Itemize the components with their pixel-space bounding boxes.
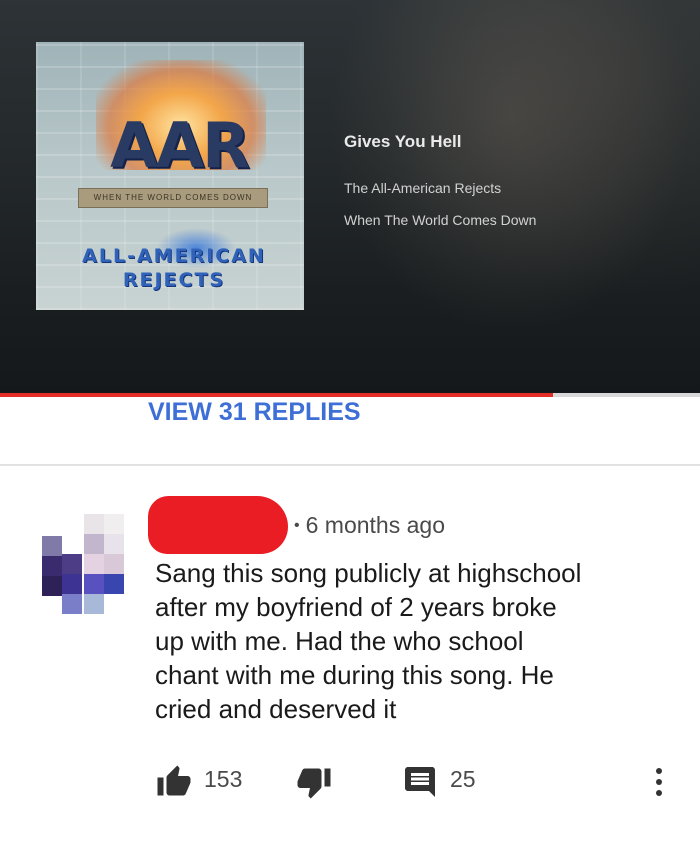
track-title: Gives You Hell <box>344 132 462 151</box>
album-band-line1: ALL-AMERICAN <box>82 245 266 267</box>
comment-line: Sang this song publicly at highschool <box>155 558 582 588</box>
avatar-pixel <box>62 554 82 574</box>
comment-meta: • 6 months ago <box>294 512 445 539</box>
avatar-pixel <box>62 594 82 614</box>
avatar-pixel <box>42 536 62 556</box>
comment-icon[interactable] <box>402 764 438 800</box>
album-band-line2: REJECTS <box>122 269 226 291</box>
thumbs-up-icon[interactable] <box>156 764 192 800</box>
like-count: 153 <box>204 766 243 792</box>
avatar-pixel <box>62 574 82 594</box>
comment-line: cried and deserved it <box>155 694 397 724</box>
comment-actions: 153 25 <box>0 760 700 800</box>
avatar-pixel <box>42 556 62 576</box>
avatar-pixel <box>84 574 104 594</box>
avatar-pixel <box>104 514 124 534</box>
avatar[interactable] <box>42 514 126 616</box>
album-band-name: ALL-AMERICAN REJECTS <box>54 244 294 304</box>
comment-text: Sang this song publicly at highschool af… <box>155 556 675 726</box>
album-art: AAR WHEN THE WORLD COMES DOWN ALL-AMERIC… <box>36 42 304 310</box>
avatar-pixel <box>104 554 124 574</box>
comment-line: chant with me during this song. He <box>155 660 554 690</box>
avatar-pixel <box>84 554 104 574</box>
divider <box>0 464 700 466</box>
avatar-pixel <box>42 576 62 596</box>
video-player[interactable]: AAR WHEN THE WORLD COMES DOWN ALL-AMERIC… <box>0 0 700 393</box>
more-dot <box>656 779 662 785</box>
track-album: When The World Comes Down <box>344 212 537 228</box>
avatar-pixel <box>84 514 104 534</box>
comment-time: 6 months ago <box>305 512 445 538</box>
avatar-pixel <box>84 594 104 614</box>
separator-dot: • <box>294 517 300 534</box>
comment-line: after my boyfriend of 2 years broke <box>155 592 557 622</box>
avatar-pixel <box>104 574 124 594</box>
view-replies-link[interactable]: VIEW 31 REPLIES <box>148 396 361 428</box>
avatar-pixel <box>84 534 104 554</box>
album-banner: WHEN THE WORLD COMES DOWN <box>78 188 268 208</box>
more-vert-icon[interactable] <box>648 764 672 800</box>
album-logo: AAR <box>110 109 250 182</box>
reply-count: 25 <box>450 766 476 792</box>
comment-line: up with me. Had the who school <box>155 626 524 656</box>
avatar-pixel <box>104 534 124 554</box>
more-dot <box>656 790 662 796</box>
redacted-username <box>148 496 288 554</box>
track-artist: The All-American Rejects <box>344 180 502 196</box>
thumbs-down-icon[interactable] <box>296 764 332 800</box>
player-background <box>280 0 700 393</box>
more-dot <box>656 768 662 774</box>
